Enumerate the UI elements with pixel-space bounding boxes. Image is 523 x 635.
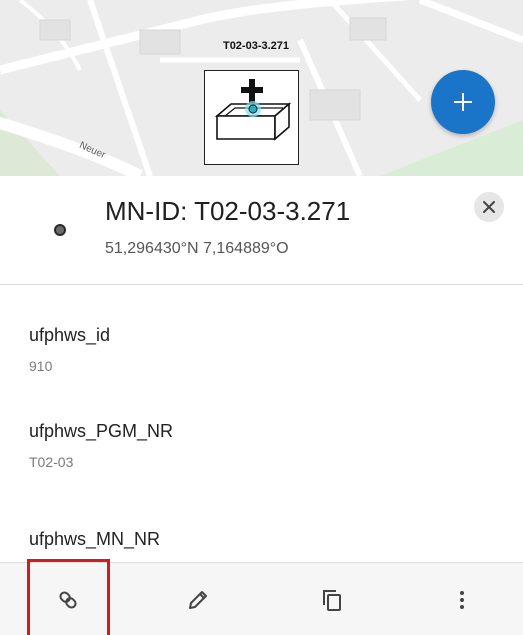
attribute-item: ufphws_MN_NR [29, 529, 160, 550]
attribute-name: ufphws_id [29, 325, 111, 345]
feature-coordinates: 51,296430°N 7,164889°O [105, 240, 289, 257]
map-point-label: T02-03-3.271 [222, 40, 290, 52]
more-options-button[interactable] [422, 563, 502, 635]
link-button[interactable] [28, 563, 108, 635]
attribute-item: ufphws_PGM_NR T02-03 [29, 421, 173, 470]
attribute-item: ufphws_id 910 [29, 325, 110, 374]
link-icon [59, 590, 77, 609]
bottom-toolbar [0, 562, 523, 635]
close-button[interactable] [474, 192, 504, 222]
plus-icon [454, 93, 472, 111]
feature-header: MN-ID: T02-03-3.271 51,296430°N 7,164889… [0, 176, 523, 284]
selected-point-marker[interactable] [204, 70, 299, 165]
attribute-value: 910 [29, 358, 53, 374]
attribute-name: ufphws_PGM_NR [29, 421, 174, 441]
attribute-name: ufphws_MN_NR [29, 529, 161, 549]
feature-title: MN-ID: T02-03-3.271 [105, 196, 351, 226]
add-manhole-symbol-icon [214, 79, 292, 141]
pencil-icon [189, 590, 207, 609]
add-feature-button[interactable] [431, 70, 495, 134]
duplicate-button[interactable] [292, 563, 372, 635]
copy-icon [323, 589, 341, 611]
map-view[interactable]: T02-03-3.271 Neuer [0, 0, 523, 176]
edit-button[interactable] [158, 563, 238, 635]
point-symbol-icon [54, 224, 66, 236]
attribute-list[interactable]: ufphws_id 910 ufphws_PGM_NR T02-03 ufphw… [0, 285, 523, 562]
close-icon [483, 201, 495, 213]
more-vertical-icon [460, 590, 464, 609]
attribute-value: T02-03 [29, 454, 74, 470]
